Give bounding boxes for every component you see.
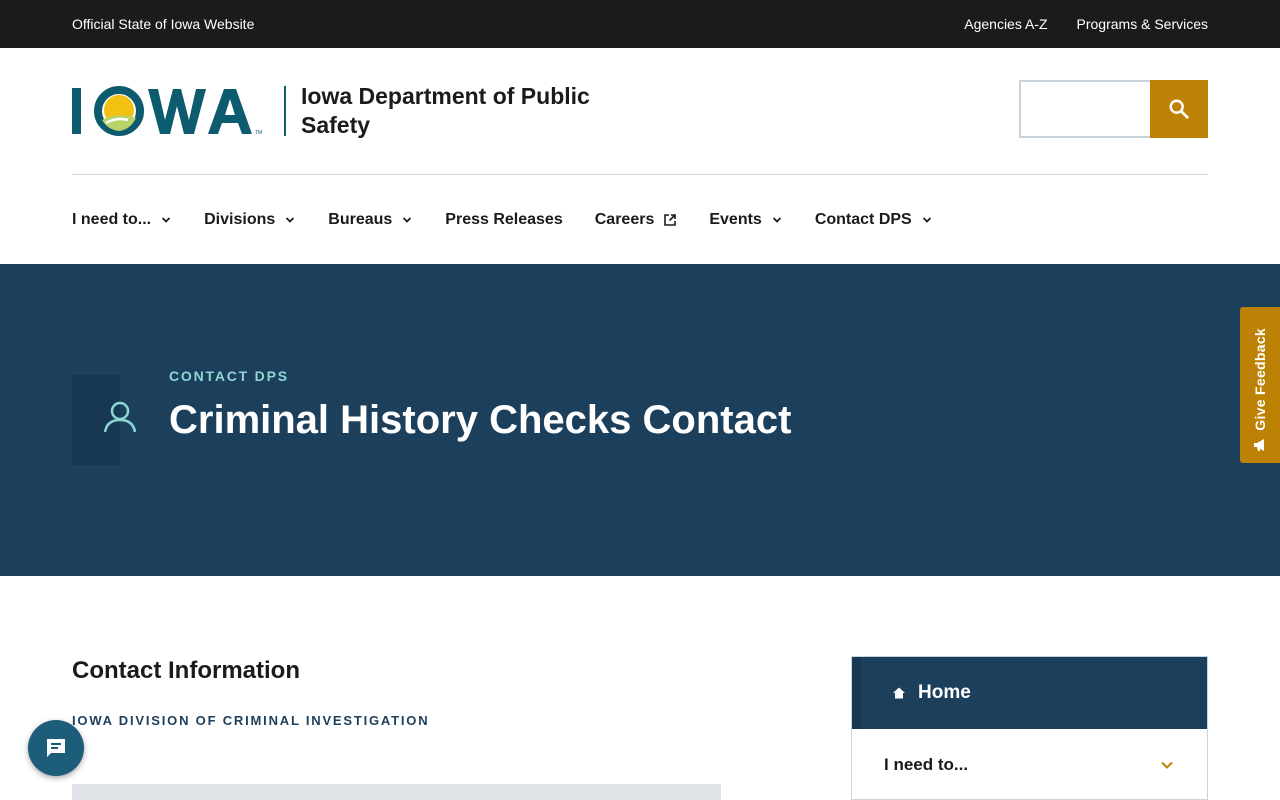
chat-button[interactable] bbox=[28, 720, 84, 776]
nav-item-label: Careers bbox=[594, 211, 655, 228]
chevron-down-icon bbox=[401, 214, 413, 226]
official-site-bar: Official State of Iowa Website Agencies … bbox=[0, 0, 1280, 48]
agencies-a-z-link[interactable]: Agencies A-Z bbox=[964, 16, 1047, 32]
nav-item-label: Divisions bbox=[204, 211, 276, 228]
hero-eyebrow: CONTACT DPS bbox=[169, 368, 289, 384]
nav-item-bureaus[interactable]: Bureaus bbox=[328, 211, 413, 229]
nav-item-label: Bureaus bbox=[328, 211, 393, 228]
logo-divider bbox=[284, 86, 286, 136]
nav-item-i-need-to[interactable]: I need to... bbox=[72, 211, 172, 229]
header-divider bbox=[72, 174, 1208, 175]
external-link-icon bbox=[663, 213, 677, 227]
home-icon bbox=[893, 687, 905, 699]
feedback-label: Give Feedback bbox=[1252, 328, 1268, 431]
iowa-logo[interactable]: TM bbox=[72, 86, 272, 136]
contact-card bbox=[72, 784, 721, 800]
megaphone-icon bbox=[1254, 439, 1264, 451]
person-icon bbox=[103, 401, 137, 433]
department-name[interactable]: Iowa Department of Public Safety bbox=[301, 82, 641, 140]
chevron-down-icon bbox=[160, 214, 172, 226]
site-search bbox=[1019, 80, 1208, 138]
search-icon bbox=[1169, 99, 1189, 119]
division-name: IOWA DIVISION OF CRIMINAL INVESTIGATION bbox=[72, 713, 430, 728]
svg-text:TM: TM bbox=[255, 130, 262, 136]
nav-item-label: Events bbox=[709, 211, 762, 228]
search-input[interactable] bbox=[1019, 80, 1150, 138]
give-feedback-tab[interactable]: Give Feedback bbox=[1240, 307, 1280, 463]
sidebar-nav: Home I need to... bbox=[851, 656, 1208, 800]
contact-information-heading: Contact Information bbox=[72, 657, 300, 684]
official-site-label: Official State of Iowa Website bbox=[72, 16, 255, 32]
page-title: Criminal History Checks Contact bbox=[169, 398, 792, 442]
sidebar-home-label: Home bbox=[918, 682, 971, 703]
sidebar-item-label: I need to... bbox=[884, 755, 969, 774]
nav-item-press-releases[interactable]: Press Releases bbox=[445, 211, 562, 229]
programs-services-link[interactable]: Programs & Services bbox=[1077, 16, 1208, 32]
nav-item-label: Contact DPS bbox=[814, 211, 912, 228]
nav-item-events[interactable]: Events bbox=[709, 211, 782, 229]
main-nav: I need to... Divisions Bureaus Press Rel… bbox=[72, 200, 965, 240]
nav-item-contact-dps[interactable]: Contact DPS bbox=[815, 211, 933, 229]
search-button[interactable] bbox=[1150, 80, 1208, 138]
sidebar-item-home[interactable]: Home bbox=[852, 657, 1207, 729]
sidebar-item-i-need-to[interactable]: I need to... bbox=[852, 729, 1207, 800]
chevron-down-icon bbox=[921, 214, 933, 226]
chevron-down-icon bbox=[771, 214, 783, 226]
nav-item-divisions[interactable]: Divisions bbox=[204, 211, 296, 229]
nav-item-careers[interactable]: Careers bbox=[595, 211, 678, 229]
chat-icon bbox=[47, 739, 65, 757]
chevron-down-icon bbox=[1161, 761, 1173, 769]
utility-links: Agencies A-Z Programs & Services bbox=[964, 16, 1208, 32]
nav-item-label: I need to... bbox=[72, 211, 152, 228]
chevron-down-icon bbox=[284, 214, 296, 226]
nav-item-label: Press Releases bbox=[445, 211, 563, 228]
